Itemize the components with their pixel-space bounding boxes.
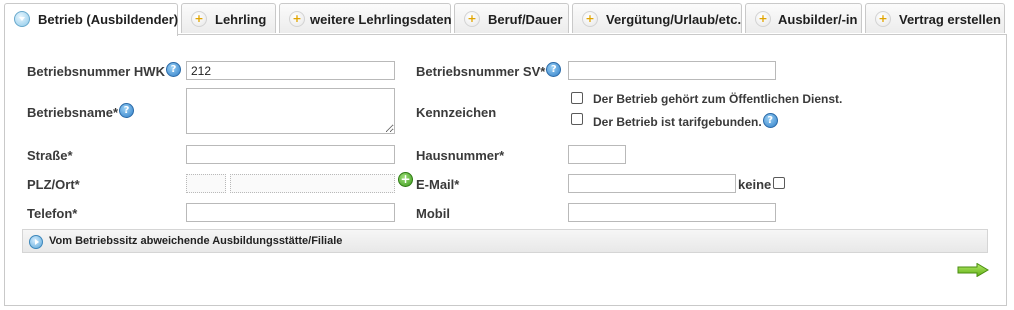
tab-label: Ausbilder/-in bbox=[778, 12, 858, 27]
next-arrow-icon[interactable] bbox=[957, 263, 989, 277]
tab-betrieb[interactable]: Betrieb (Ausbildender) bbox=[4, 3, 178, 36]
tab-lehrling[interactable]: + Lehrling bbox=[181, 3, 276, 33]
tab-label: Betrieb (Ausbildender) bbox=[38, 12, 179, 27]
tab-bar: Betrieb (Ausbildender) + Lehrling + weit… bbox=[4, 3, 1007, 36]
help-icon[interactable]: ? bbox=[119, 103, 135, 118]
betriebsnummer-hwk-input[interactable] bbox=[186, 61, 395, 80]
betriebsname-textarea[interactable] bbox=[186, 88, 395, 134]
hausnummer-label: Hausnummer* bbox=[416, 148, 505, 163]
hausnummer-input[interactable] bbox=[568, 145, 626, 164]
mobil-input[interactable] bbox=[568, 203, 776, 222]
collapse-icon bbox=[14, 11, 30, 27]
tab-weitere-lehrlingsdaten[interactable]: + weitere Lehrlingsdaten bbox=[279, 3, 452, 33]
telefon-label: Telefon* bbox=[27, 206, 78, 221]
oeffentlicher-dienst-label: Der Betrieb gehört zum Öffentlichen Dien… bbox=[593, 92, 843, 106]
tab-label: Vergütung/Urlaub/etc. bbox=[606, 12, 742, 27]
email-label: E-Mail* bbox=[416, 177, 460, 192]
tab-label: Vertrag erstellen bbox=[899, 12, 1001, 27]
tarifgebunden-checkbox[interactable] bbox=[571, 113, 583, 125]
keine-label: keine bbox=[738, 177, 772, 192]
branch-section-toggle[interactable]: Vom Betriebssitz abweichende Ausbildungs… bbox=[22, 229, 988, 253]
help-icon[interactable]: ? bbox=[165, 62, 181, 77]
strasse-input[interactable] bbox=[186, 145, 395, 164]
tab-label: weitere Lehrlingsdaten bbox=[310, 12, 452, 27]
betriebsnummer-sv-label: Betriebsnummer SV*? bbox=[416, 62, 562, 79]
plz-ort-label: PLZ/Ort* bbox=[27, 177, 80, 192]
ort-input[interactable] bbox=[230, 174, 395, 193]
tab-label: Lehrling bbox=[215, 12, 267, 27]
plus-icon: + bbox=[875, 11, 891, 27]
tab-verguetung[interactable]: + Vergütung/Urlaub/etc. bbox=[572, 3, 742, 33]
keine-email-checkbox[interactable] bbox=[773, 177, 785, 189]
help-icon[interactable]: ? bbox=[762, 113, 778, 128]
betriebsnummer-hwk-label: Betriebsnummer HWK? bbox=[27, 62, 181, 79]
add-location-icon[interactable]: + bbox=[398, 172, 413, 187]
plus-icon: + bbox=[755, 11, 771, 27]
tab-ausbilder[interactable]: + Ausbilder/-in bbox=[745, 3, 862, 33]
oeffentlicher-dienst-checkbox[interactable] bbox=[571, 92, 583, 104]
plus-icon: + bbox=[582, 11, 598, 27]
tab-vertrag-erstellen[interactable]: + Vertrag erstellen bbox=[865, 3, 1005, 33]
tab-label: Beruf/Dauer bbox=[488, 12, 563, 27]
plus-icon: + bbox=[464, 11, 480, 27]
plus-icon: + bbox=[191, 11, 207, 27]
mobil-label: Mobil bbox=[416, 206, 450, 221]
help-icon[interactable]: ? bbox=[546, 62, 562, 77]
kennzeichen-label: Kennzeichen bbox=[416, 105, 497, 120]
tab-beruf-dauer[interactable]: + Beruf/Dauer bbox=[454, 3, 569, 33]
expand-arrow-icon bbox=[29, 235, 43, 249]
betriebsnummer-sv-input[interactable] bbox=[568, 61, 776, 80]
branch-section-label: Vom Betriebssitz abweichende Ausbildungs… bbox=[49, 235, 343, 247]
telefon-input[interactable] bbox=[186, 203, 395, 222]
email-input[interactable] bbox=[568, 174, 736, 193]
tarifgebunden-label: Der Betrieb ist tarifgebunden.? bbox=[593, 113, 778, 129]
plz-input[interactable] bbox=[186, 174, 226, 193]
plus-icon: + bbox=[289, 11, 305, 27]
betriebsname-label: Betriebsname*? bbox=[27, 103, 135, 120]
strasse-label: Straße* bbox=[27, 148, 73, 163]
